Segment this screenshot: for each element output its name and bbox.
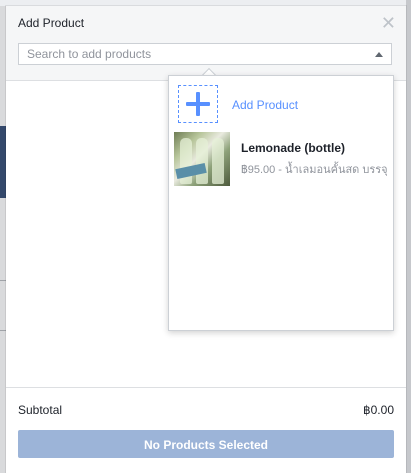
search-input[interactable]	[19, 44, 375, 64]
modal-title: Add Product	[18, 16, 85, 30]
product-search-field[interactable]	[18, 43, 392, 65]
product-thumbnail	[174, 132, 230, 186]
add-products-button[interactable]: No Products Selected	[18, 430, 394, 458]
product-option[interactable]: Lemonade (bottle) ฿95.00 - น้ำเลมอนคั้นส…	[174, 130, 393, 190]
plus-icon[interactable]	[178, 85, 218, 123]
product-price-description: ฿95.00 - น้ำเลมอนคั้นสด บรรจุ	[241, 164, 388, 176]
add-product-option[interactable]: Add Product	[177, 84, 387, 126]
modal-footer: Subtotal ฿0.00 No Products Selected	[6, 387, 406, 473]
add-product-label[interactable]: Add Product	[232, 98, 298, 112]
background-page-edge	[406, 0, 411, 473]
product-dropdown: Add Product Lemonade (bottle) ฿95.00 - น…	[168, 75, 394, 331]
subtotal-value: ฿0.00	[363, 403, 394, 417]
caret-up-icon[interactable]	[375, 52, 383, 57]
close-icon[interactable]: ✕	[381, 14, 396, 32]
add-product-modal: Add Product ✕ Add Product Lemonade (bott…	[6, 6, 406, 473]
subtotal-label: Subtotal	[18, 403, 63, 417]
product-name: Lemonade (bottle)	[241, 141, 345, 155]
